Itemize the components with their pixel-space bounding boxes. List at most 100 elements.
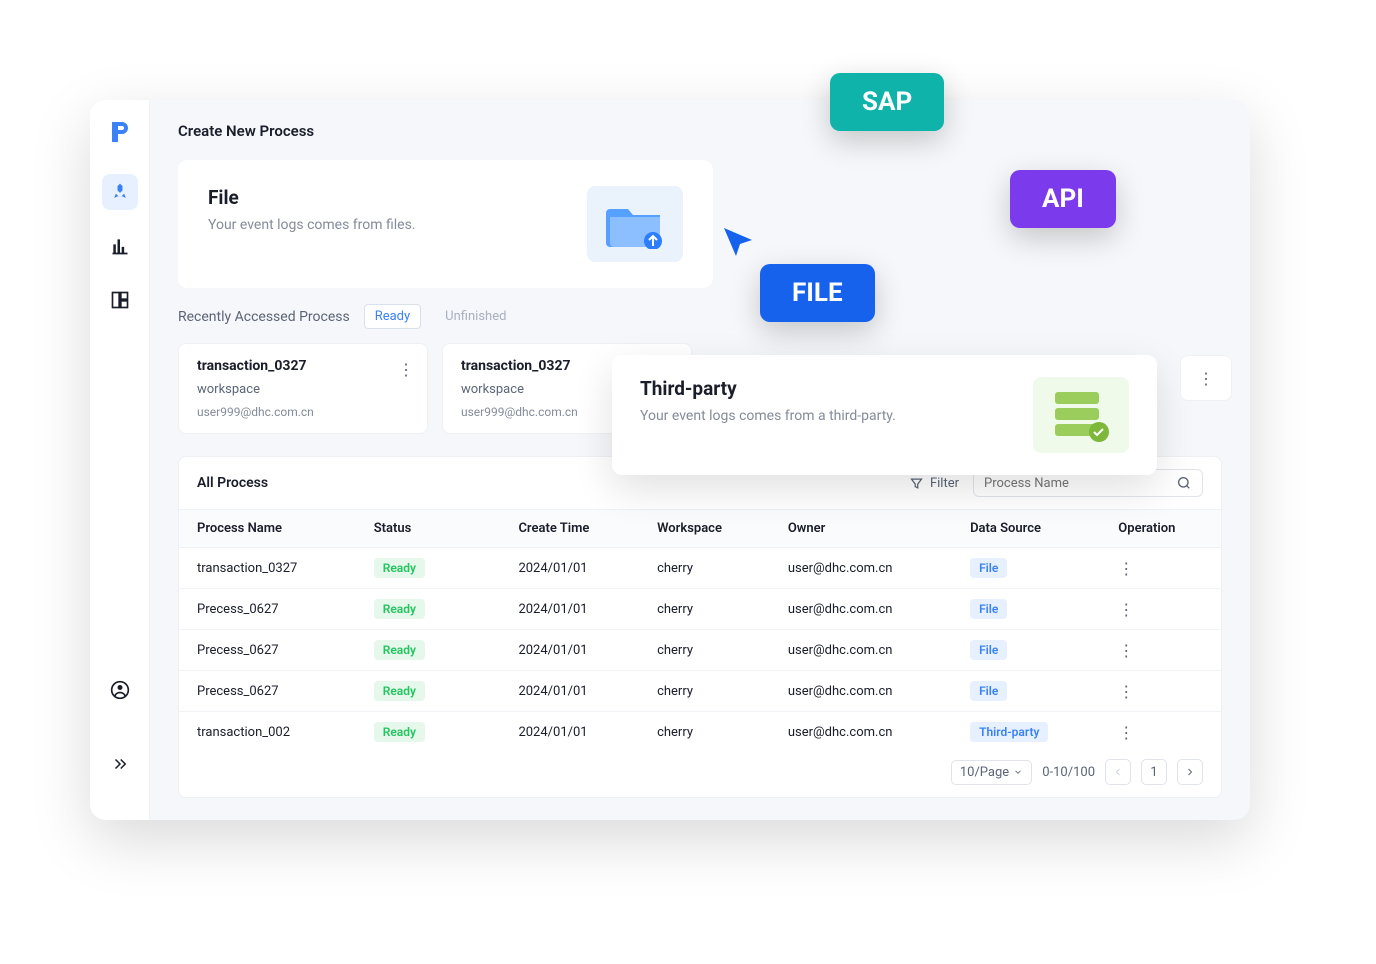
cell-workspace: cherry bbox=[639, 548, 770, 589]
sap-badge: SAP bbox=[830, 73, 944, 131]
recent-row: Recently Accessed Process Ready Unfinish… bbox=[178, 304, 1222, 329]
cell-operation: ⋮ bbox=[1100, 671, 1221, 712]
chevrons-right-icon bbox=[111, 755, 129, 773]
file-badge: FILE bbox=[760, 264, 875, 322]
third-party-title: Third-party bbox=[640, 377, 896, 400]
cell-operation: ⋮ bbox=[1100, 548, 1221, 589]
pagination: 10/Page 0-10/100 1 bbox=[179, 747, 1221, 797]
sidebar-item-process[interactable] bbox=[102, 174, 138, 210]
cell-workspace: cherry bbox=[639, 712, 770, 748]
folder-upload-icon bbox=[587, 186, 683, 262]
page-range: 0-10/100 bbox=[1042, 765, 1095, 780]
file-card-subtitle: Your event logs comes from files. bbox=[208, 217, 416, 233]
per-page-select[interactable]: 10/Page bbox=[951, 760, 1032, 785]
filter-label: Filter bbox=[930, 476, 959, 491]
recent-card-title: transaction_0327 bbox=[197, 358, 409, 374]
more-options-card[interactable]: ⋮ bbox=[1180, 355, 1232, 401]
cell-datasource: File bbox=[952, 630, 1100, 671]
cell-workspace: cherry bbox=[639, 630, 770, 671]
table-column-header: Data Source bbox=[952, 510, 1100, 548]
sidebar-item-analytics[interactable] bbox=[102, 228, 138, 264]
table-column-header: Status bbox=[356, 510, 501, 548]
sidebar bbox=[90, 100, 150, 820]
cell-operation: ⋮ bbox=[1100, 589, 1221, 630]
page-number-button[interactable]: 1 bbox=[1141, 759, 1167, 785]
table-row[interactable]: Precess_0627 Ready 2024/01/01 cherry use… bbox=[179, 630, 1221, 671]
row-more-icon[interactable]: ⋮ bbox=[1118, 723, 1134, 742]
cell-operation: ⋮ bbox=[1100, 630, 1221, 671]
cell-datasource: File bbox=[952, 589, 1100, 630]
filter-icon bbox=[909, 476, 924, 491]
cell-status: Ready bbox=[356, 589, 501, 630]
bar-chart-icon bbox=[110, 236, 130, 256]
all-process-title: All Process bbox=[197, 475, 268, 491]
table-column-header: Owner bbox=[770, 510, 952, 548]
table-column-header: Operation bbox=[1100, 510, 1221, 548]
file-card-title: File bbox=[208, 186, 416, 209]
row-more-icon[interactable]: ⋮ bbox=[1118, 600, 1134, 619]
filter-button[interactable]: Filter bbox=[909, 476, 959, 491]
recent-card-more[interactable]: ⋮ bbox=[398, 360, 413, 379]
chevron-down-icon bbox=[1013, 767, 1023, 777]
prev-page-button[interactable] bbox=[1105, 759, 1131, 785]
row-more-icon[interactable]: ⋮ bbox=[1118, 641, 1134, 660]
layout-icon bbox=[110, 290, 130, 310]
chevron-right-icon bbox=[1184, 766, 1196, 778]
third-party-source-card[interactable]: Third-party Your event logs comes from a… bbox=[612, 355, 1157, 475]
cell-process-name: Precess_0627 bbox=[179, 671, 356, 712]
server-sync-icon bbox=[1033, 377, 1129, 453]
cell-datasource: Third-party bbox=[952, 712, 1100, 748]
row-more-icon[interactable]: ⋮ bbox=[1118, 559, 1134, 578]
table-column-header: Create Time bbox=[500, 510, 639, 548]
search-input[interactable] bbox=[984, 476, 1168, 491]
process-table: Process NameStatusCreate TimeWorkspaceOw… bbox=[179, 510, 1221, 747]
cell-status: Ready bbox=[356, 671, 501, 712]
cell-status: Ready bbox=[356, 712, 501, 748]
rocket-icon bbox=[110, 182, 130, 202]
cell-workspace: cherry bbox=[639, 589, 770, 630]
cell-owner: user@dhc.com.cn bbox=[770, 712, 952, 748]
recent-label: Recently Accessed Process bbox=[178, 309, 350, 325]
row-more-icon[interactable]: ⋮ bbox=[1118, 682, 1134, 701]
cell-process-name: Precess_0627 bbox=[179, 630, 356, 671]
recent-card-workspace: workspace bbox=[197, 382, 409, 397]
page-title: Create New Process bbox=[178, 122, 1222, 140]
cell-create-time: 2024/01/01 bbox=[500, 712, 639, 748]
cell-create-time: 2024/01/01 bbox=[500, 548, 639, 589]
recent-process-card[interactable]: transaction_0327 workspace user999@dhc.c… bbox=[178, 343, 428, 434]
cell-process-name: Precess_0627 bbox=[179, 589, 356, 630]
table-row[interactable]: Precess_0627 Ready 2024/01/01 cherry use… bbox=[179, 589, 1221, 630]
recent-tab-ready[interactable]: Ready bbox=[364, 304, 421, 329]
cell-status: Ready bbox=[356, 630, 501, 671]
cell-operation: ⋮ bbox=[1100, 712, 1221, 748]
table-row[interactable]: transaction_0327 Ready 2024/01/01 cherry… bbox=[179, 548, 1221, 589]
cell-owner: user@dhc.com.cn bbox=[770, 548, 952, 589]
next-page-button[interactable] bbox=[1177, 759, 1203, 785]
recent-card-email: user999@dhc.com.cn bbox=[197, 405, 409, 419]
file-source-card[interactable]: File Your event logs comes from files. bbox=[178, 160, 713, 288]
cell-owner: user@dhc.com.cn bbox=[770, 589, 952, 630]
sidebar-expand[interactable] bbox=[102, 746, 138, 782]
table-row[interactable]: transaction_002 Ready 2024/01/01 cherry … bbox=[179, 712, 1221, 748]
sidebar-item-account[interactable] bbox=[102, 672, 138, 708]
cell-datasource: File bbox=[952, 671, 1100, 712]
cell-datasource: File bbox=[952, 548, 1100, 589]
cell-process-name: transaction_002 bbox=[179, 712, 356, 748]
table-row[interactable]: Precess_0627 Ready 2024/01/01 cherry use… bbox=[179, 671, 1221, 712]
all-process-section: All Process Filter Process NameStatusCre… bbox=[178, 456, 1222, 798]
search-icon bbox=[1176, 475, 1192, 491]
cell-create-time: 2024/01/01 bbox=[500, 589, 639, 630]
cell-owner: user@dhc.com.cn bbox=[770, 630, 952, 671]
cursor-icon bbox=[720, 224, 756, 264]
cell-create-time: 2024/01/01 bbox=[500, 671, 639, 712]
recent-tab-unfinished[interactable]: Unfinished bbox=[435, 305, 516, 328]
cell-process-name: transaction_0327 bbox=[179, 548, 356, 589]
chevron-left-icon bbox=[1112, 766, 1124, 778]
logo-icon bbox=[106, 118, 134, 146]
third-party-subtitle: Your event logs comes from a third-party… bbox=[640, 408, 896, 424]
table-column-header: Process Name bbox=[179, 510, 356, 548]
table-column-header: Workspace bbox=[639, 510, 770, 548]
cell-workspace: cherry bbox=[639, 671, 770, 712]
sidebar-item-layout[interactable] bbox=[102, 282, 138, 318]
api-badge: API bbox=[1010, 170, 1116, 228]
